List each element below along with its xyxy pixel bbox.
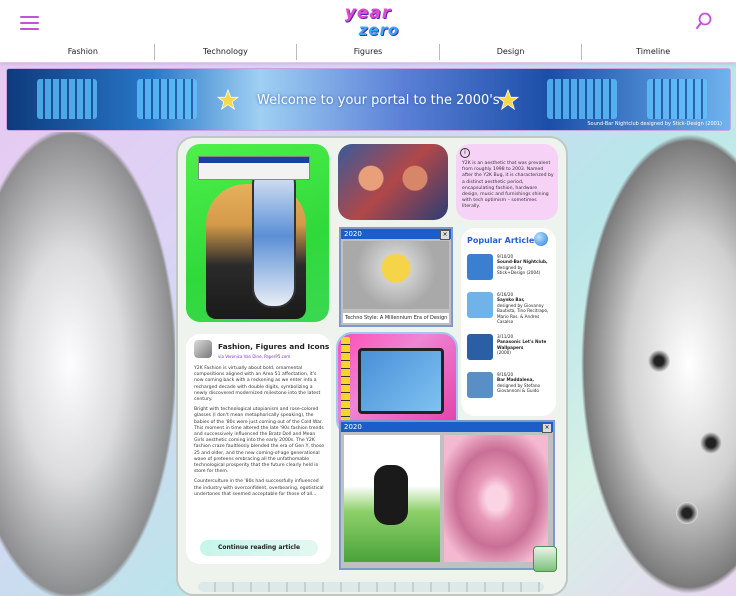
banner-decor xyxy=(647,79,707,119)
main-nav: Fashion Technology Figures Design Timeli… xyxy=(12,44,724,60)
banner-title: Welcome to your portal to the 2000's xyxy=(257,93,500,108)
article-item[interactable]: 6/16/20 Saynko Bar, designed by Giovanny B… xyxy=(467,292,552,325)
article-item[interactable]: 3/11/20 Panasonic Let's Note Wallpapers (2… xyxy=(467,334,552,364)
hamburger-menu-icon[interactable] xyxy=(20,13,39,30)
site-logo[interactable]: year zero xyxy=(318,4,418,42)
intro-text: Y2K is an aesthetic that was prevalent f… xyxy=(462,161,554,210)
article-paragraph: Bright with technological utopianism and… xyxy=(194,407,325,475)
feature-article: Fashion, Figures and Icons via Veronica … xyxy=(186,334,331,564)
retro-window-2[interactable]: 2020 × xyxy=(339,420,555,570)
article-item[interactable]: 9/10/20 Bar Maddalena, designed by Stefano… xyxy=(467,372,552,402)
popular-articles: Popular Articles 9/10/20 Sound-Bar Nightc… xyxy=(461,228,556,416)
article-byline[interactable]: via Veronica Van Dine, PaperP5.com xyxy=(218,354,290,359)
nav-figures[interactable]: Figures xyxy=(297,44,440,60)
camera-icon xyxy=(194,340,212,358)
recycle-bin-icon[interactable] xyxy=(533,546,557,572)
photo-skateboard xyxy=(252,164,296,308)
article-meta: (2000) xyxy=(497,350,511,356)
window-image xyxy=(343,241,449,309)
continue-reading-button[interactable]: Continue reading article xyxy=(200,540,318,556)
window-title: 2020 xyxy=(344,423,362,431)
paint-toolbar-decor xyxy=(341,337,350,429)
article-body: Y2K Fashion is virtually about bold, orn… xyxy=(194,366,325,502)
logo-line-2: zero xyxy=(358,21,400,39)
article-thumb xyxy=(467,372,493,398)
window-caption: Techno Style: A Millennium Era of Design xyxy=(343,313,449,323)
chrome-figure-left xyxy=(0,132,175,596)
article-thumb xyxy=(467,334,493,360)
intro-card: i Y2K is an aesthetic that was prevalent… xyxy=(456,144,558,220)
article-thumb xyxy=(467,254,493,280)
nav-timeline[interactable]: Timeline xyxy=(582,44,724,60)
article-date: 9/10/20 xyxy=(497,254,514,259)
article-date: 9/10/20 xyxy=(497,372,514,377)
popup-window-decor xyxy=(198,156,310,180)
nav-fashion[interactable]: Fashion xyxy=(12,44,155,60)
site-header: year zero Fashion Technology Figures Des… xyxy=(0,0,736,63)
article-meta: designed by Stick+Design (2004) xyxy=(497,264,541,276)
article-item[interactable]: 9/10/20 Sound-Bar Nightclub, designed by S… xyxy=(467,254,552,284)
bolt-decor xyxy=(676,502,698,524)
article-meta: designed by Stefano Giovannoni & Guido xyxy=(497,382,541,394)
article-paragraph: Y2K Fashion is virtually about bold, orn… xyxy=(194,366,321,403)
banner-decor xyxy=(37,79,97,119)
search-icon[interactable] xyxy=(695,12,713,30)
retro-window-1[interactable]: 2020 × Techno Style: A Millennium Era of… xyxy=(339,227,453,327)
window-titlebar: 2020 × xyxy=(341,422,553,433)
window-title: 2020 xyxy=(344,230,362,238)
skateboard-photo[interactable] xyxy=(186,144,329,322)
article-meta: designed by Giovanny Bautista, Tino Reci… xyxy=(497,302,549,325)
bolt-decor xyxy=(648,350,670,372)
panel-footer-decor xyxy=(198,582,544,592)
globe-icon xyxy=(534,232,548,246)
chrome-figure-right xyxy=(580,132,736,596)
banner-decor xyxy=(547,79,617,119)
bolt-decor xyxy=(700,432,722,454)
banner-credit: Sound-Bar Nightclub designed by Stick-De… xyxy=(587,121,722,127)
popular-heading: Popular Articles xyxy=(467,236,540,245)
article-paragraph: Counterculture in the '80s had successfu… xyxy=(194,479,324,497)
star-icon xyxy=(217,89,239,111)
content-panel: i Y2K is an aesthetic that was prevalent… xyxy=(176,136,568,596)
info-icon: i xyxy=(460,148,470,158)
article-heading: Fashion, Figures and Icons xyxy=(218,342,330,351)
article-date: 6/16/20 xyxy=(497,292,514,297)
banner-decor xyxy=(137,79,197,119)
band-photo[interactable] xyxy=(338,144,448,220)
article-date: 3/11/20 xyxy=(497,334,514,339)
walkman-image xyxy=(358,348,444,414)
article-title: Panasonic Let's Note Wallpapers xyxy=(497,339,547,350)
star-icon xyxy=(497,89,519,111)
nav-technology[interactable]: Technology xyxy=(155,44,298,60)
tunnel-photo xyxy=(444,435,548,562)
logo-line-1: year xyxy=(344,3,392,23)
close-icon[interactable]: × xyxy=(542,423,552,433)
hero-banner: Welcome to your portal to the 2000's Sou… xyxy=(6,68,731,131)
nav-design[interactable]: Design xyxy=(440,44,583,60)
grass-photo xyxy=(344,435,440,562)
article-thumb xyxy=(467,292,493,318)
photo-person xyxy=(374,465,408,525)
close-icon[interactable]: × xyxy=(440,230,450,240)
window-titlebar: 2020 × xyxy=(341,229,451,240)
